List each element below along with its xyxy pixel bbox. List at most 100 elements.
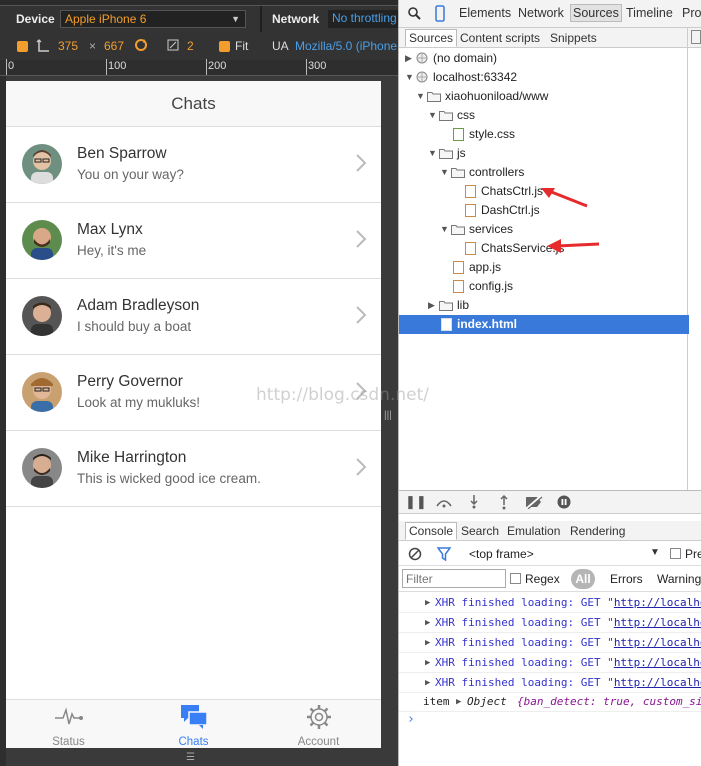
tree-item-folder[interactable]: ▶ lib <box>399 296 689 315</box>
tab-status[interactable]: Status <box>6 700 131 748</box>
network-select[interactable]: No throttling <box>328 10 398 28</box>
tree-item-file[interactable]: config.js <box>399 277 689 296</box>
tree-label: DashCtrl.js <box>481 203 540 217</box>
tree-item-file[interactable]: app.js <box>399 258 689 277</box>
log-entry[interactable]: ▶ XHR finished loading: GET "http://loca… <box>399 653 701 673</box>
chat-last-message: Look at my mukluks! <box>77 395 201 410</box>
tree-item-folder[interactable]: ▼ services <box>399 220 689 239</box>
resolution-checkbox[interactable] <box>17 41 28 52</box>
folder-icon <box>439 149 453 159</box>
filter-errors-button[interactable]: Errors <box>610 572 643 586</box>
regex-checkbox[interactable] <box>510 573 521 584</box>
tree-item-file[interactable]: style.css <box>399 125 689 144</box>
tab-console[interactable]: Console <box>405 522 458 540</box>
rotate-icon[interactable] <box>134 38 148 52</box>
tree-item-no-domain[interactable]: ▶ (no domain) <box>399 49 689 68</box>
ua-value[interactable]: Mozilla/5.0 (iPhone <box>295 39 398 53</box>
tab-elements[interactable]: Elements <box>459 6 511 20</box>
width-value[interactable]: 375 <box>58 39 78 53</box>
log-text: XHR finished loading: GET "http://localh… <box>435 673 701 693</box>
ruler-tick <box>306 59 307 75</box>
list-item[interactable]: Max Lynx Hey, it's me <box>6 203 381 279</box>
tab-label: Status <box>52 736 85 748</box>
folder-icon <box>439 301 453 311</box>
tree-item-folder[interactable]: ▼ js <box>399 144 689 163</box>
log-url[interactable]: http://localho <box>614 596 701 609</box>
tab-search[interactable]: Search <box>458 523 502 539</box>
tab-timeline[interactable]: Timeline <box>626 6 673 20</box>
console-prompt[interactable]: › <box>407 712 415 727</box>
sources-subtabs: Sources Content scripts Snippets <box>399 28 701 48</box>
expand-arrow-icon[interactable]: ▶ <box>456 692 461 712</box>
tree-label: lib <box>457 298 470 312</box>
tab-rendering[interactable]: Rendering <box>567 523 628 539</box>
ruler-mark: 100 <box>108 60 127 72</box>
log-entry-object[interactable]: item ▶ Object {ban_detect: true, custom_… <box>399 692 701 712</box>
pause-on-exceptions-icon[interactable] <box>557 495 571 509</box>
tab-chats[interactable]: Chats <box>131 700 256 748</box>
log-url[interactable]: http://localho <box>614 656 701 669</box>
tree-item-file-selected[interactable]: index.html <box>399 315 689 334</box>
panel-toggle-icon[interactable] <box>691 30 701 44</box>
filter-input[interactable] <box>402 569 506 588</box>
subtab-sources[interactable]: Sources <box>405 29 458 47</box>
log-entry[interactable]: ▶ XHR finished loading: GET "http://loca… <box>399 613 701 633</box>
log-url[interactable]: http://localho <box>614 636 701 649</box>
filter-icon[interactable] <box>437 547 451 561</box>
filter-all-button[interactable]: All <box>571 569 595 589</box>
log-url[interactable]: http://localho <box>614 616 701 629</box>
log-entry[interactable]: ▶ XHR finished loading: GET "http://loca… <box>399 593 701 613</box>
log-prefix: XHR finished loading: GET " <box>435 656 614 669</box>
tab-network[interactable]: Network <box>518 6 564 20</box>
log-entry[interactable]: ▶ XHR finished loading: GET "http://loca… <box>399 673 701 693</box>
pause-icon[interactable]: ❚❚ <box>405 494 427 510</box>
page-title: Chats <box>6 81 381 127</box>
toolbar-divider <box>260 6 262 33</box>
deactivate-breakpoints-icon[interactable] <box>525 495 543 509</box>
tab-profiles[interactable]: Profi <box>682 6 701 20</box>
tree-item-folder[interactable]: ▼ controllers <box>399 163 689 182</box>
subtab-snippets[interactable]: Snippets <box>547 30 600 46</box>
console-toolbar: <top frame> ▼ Pre <box>399 542 701 566</box>
resize-handle-bottom-icon[interactable]: ☰ <box>186 752 195 763</box>
tab-emulation[interactable]: Emulation <box>504 523 563 539</box>
tree-label: controllers <box>469 165 525 179</box>
fit-label: Fit <box>235 39 249 53</box>
console-filter-bar: Regex All Errors Warning <box>399 566 701 592</box>
tree-item-localhost[interactable]: ▼ localhost:63342 <box>399 68 689 87</box>
step-out-icon[interactable] <box>499 494 509 510</box>
log-url[interactable]: http://localho <box>614 676 701 689</box>
log-entry[interactable]: ▶ XHR finished loading: GET "http://loca… <box>399 633 701 653</box>
tree-item-file[interactable]: ChatsService.js <box>399 239 689 258</box>
subtab-content-scripts[interactable]: Content scripts <box>457 30 543 46</box>
frame-select[interactable]: <top frame> <box>469 547 534 561</box>
tab-account[interactable]: Account <box>256 700 381 748</box>
height-value[interactable]: 667 <box>104 39 124 53</box>
swap-dimensions-icon[interactable] <box>36 39 50 53</box>
log-item-label: item <box>423 695 450 708</box>
ruler-mark: 300 <box>308 60 327 72</box>
scale-value[interactable]: 2 <box>187 39 194 53</box>
step-into-icon[interactable] <box>469 494 479 510</box>
fit-checkbox[interactable] <box>219 41 230 52</box>
list-item[interactable]: Adam Bradleyson I should buy a boat <box>6 279 381 355</box>
clear-console-icon[interactable] <box>408 547 422 561</box>
tab-sources[interactable]: Sources <box>570 4 622 22</box>
expand-arrow-icon: ▶ <box>425 658 431 668</box>
inspect-search-icon[interactable] <box>408 7 421 20</box>
resize-handle-icon[interactable]: ||| <box>384 410 392 422</box>
globe-icon <box>416 71 428 83</box>
chevron-down-icon[interactable]: ▼ <box>650 547 660 558</box>
list-item[interactable]: Perry Governor Look at my mukluks! <box>6 355 381 431</box>
object-preview: {ban_detect: true, custom_si <box>517 695 701 708</box>
list-item[interactable]: Mike Harrington This is wicked good ice … <box>6 431 381 507</box>
step-over-icon[interactable] <box>435 496 453 508</box>
html-file-icon <box>441 318 452 331</box>
device-mode-icon[interactable] <box>435 5 445 22</box>
preserve-log-checkbox[interactable] <box>670 548 681 559</box>
device-select[interactable]: Apple iPhone 6 ▼ <box>60 10 246 28</box>
filter-warnings-button[interactable]: Warning <box>657 572 701 586</box>
tree-item-folder[interactable]: ▼ xiaohuoniload/www <box>399 87 689 106</box>
tree-item-folder[interactable]: ▼ css <box>399 106 689 125</box>
list-item[interactable]: Ben Sparrow You on your way? <box>6 127 381 203</box>
